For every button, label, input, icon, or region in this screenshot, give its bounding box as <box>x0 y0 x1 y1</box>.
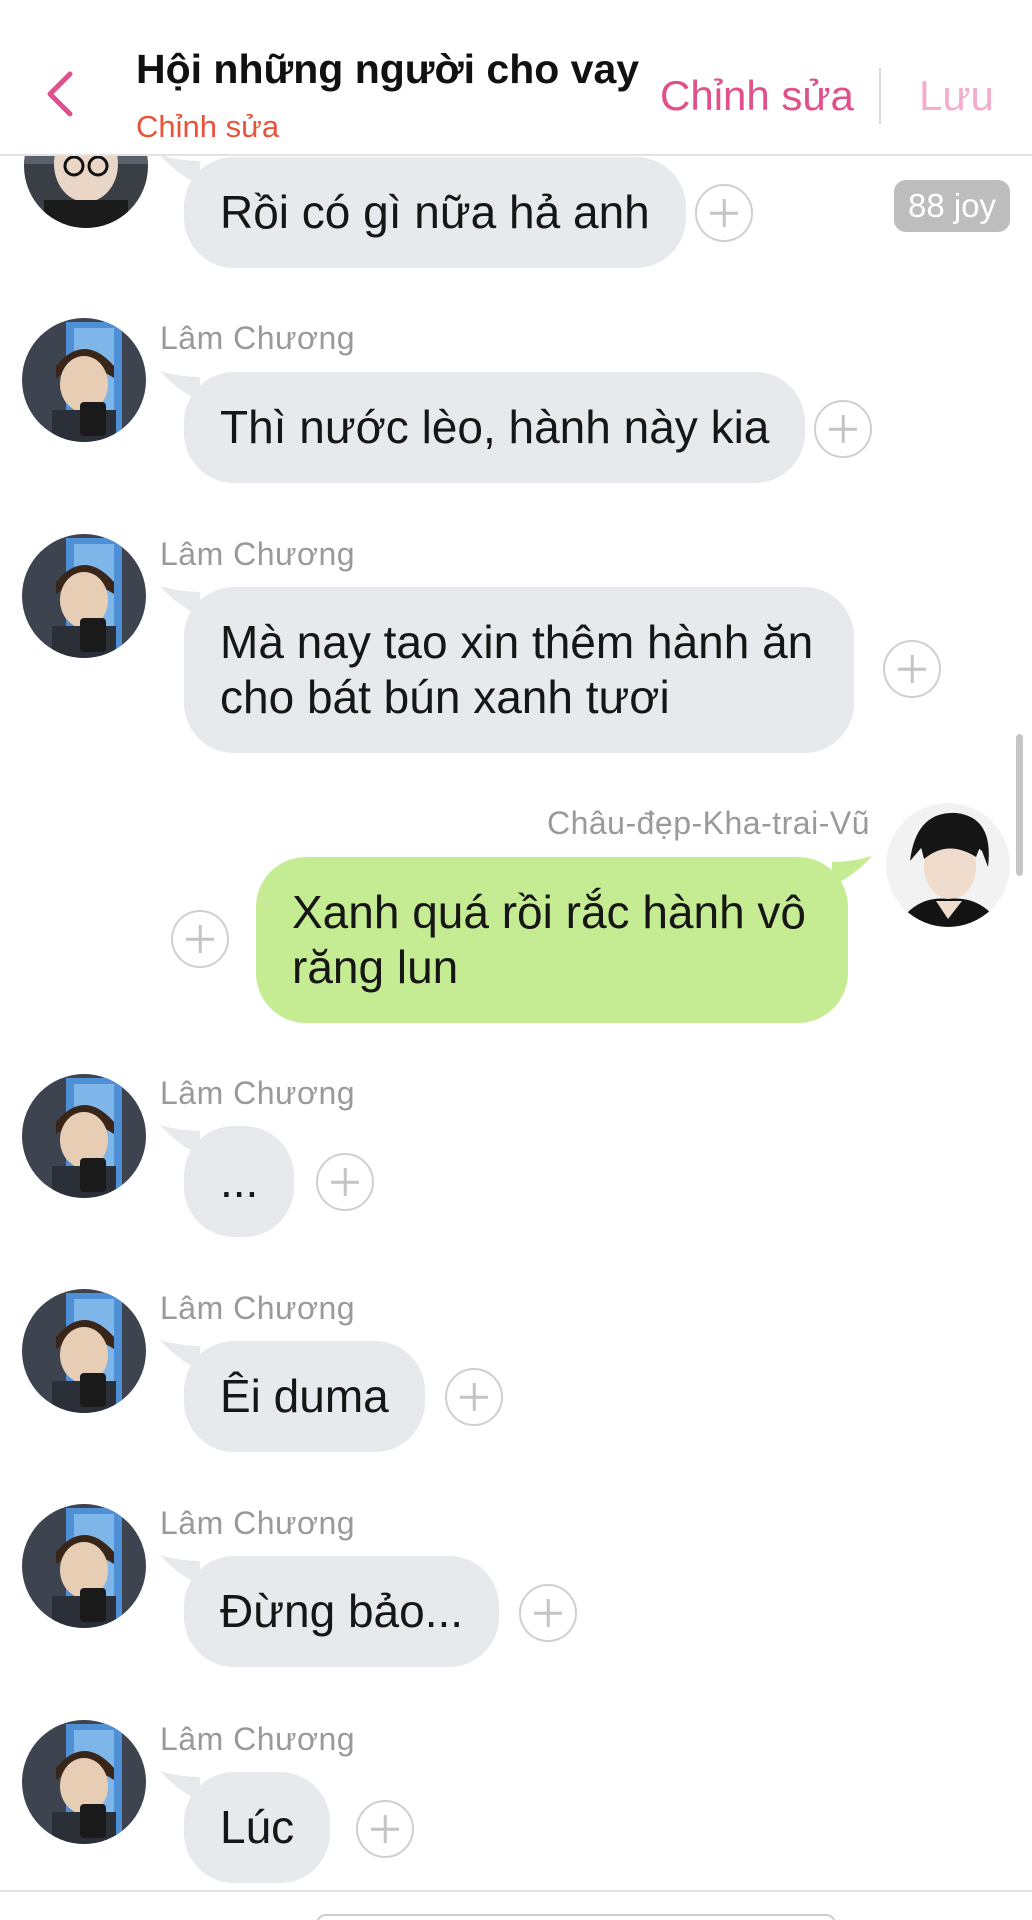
joy-badge: 88 joy <box>894 180 1010 232</box>
add-reaction-button[interactable] <box>445 1368 503 1426</box>
avatar[interactable] <box>22 1504 146 1628</box>
add-reaction-button[interactable] <box>883 640 941 698</box>
avatar[interactable] <box>22 534 146 658</box>
message-bubble[interactable]: Rồi có gì nữa hả anh <box>184 157 686 268</box>
sender-name: Lâm Chương <box>160 1290 356 1326</box>
message-text: Mà nay tao xin thêm hành ăn cho bát bún … <box>220 616 814 723</box>
input-bar[interactable] <box>316 1914 836 1920</box>
message-bubble[interactable]: Mà nay tao xin thêm hành ăn cho bát bún … <box>184 587 854 753</box>
message-text: Lúc <box>220 1801 295 1853</box>
message-text: Êi duma <box>220 1370 389 1422</box>
chat-area[interactable]: Rồi có gì nữa hả anh 88 joy Lâm Chương T… <box>0 0 1032 1920</box>
message-text: Đừng bảo... <box>220 1585 464 1637</box>
avatar[interactable] <box>886 803 1010 927</box>
avatar[interactable] <box>22 1289 146 1413</box>
message-bubble[interactable]: ... <box>184 1126 295 1237</box>
add-reaction-button[interactable] <box>316 1153 374 1211</box>
message-text: ... <box>220 1155 259 1207</box>
scrollbar[interactable] <box>1016 734 1023 876</box>
sender-name: Lâm Chương <box>160 320 356 356</box>
message-text: Thì nước lèo, hành này kia <box>220 401 770 453</box>
sender-name: Lâm Chương <box>160 1505 356 1541</box>
divider <box>0 1890 1032 1892</box>
message-bubble[interactable]: Thì nước lèo, hành này kia <box>184 372 806 483</box>
sender-name: Lâm Chương <box>160 1075 356 1111</box>
message-bubble[interactable]: Lúc <box>184 1772 331 1883</box>
sender-name: Lâm Chương <box>160 1721 356 1757</box>
add-reaction-button[interactable] <box>171 910 229 968</box>
message-bubble[interactable]: Êi duma <box>184 1341 425 1452</box>
save-button[interactable]: Lưu <box>919 72 994 120</box>
divider <box>879 68 881 124</box>
message-text: Rồi có gì nữa hả anh <box>220 186 650 238</box>
chevron-left-icon <box>47 71 73 117</box>
add-reaction-button[interactable] <box>519 1584 577 1642</box>
page-subtitle: Chỉnh sửa <box>136 109 280 144</box>
page-title: Hội những người cho vay <box>136 46 640 92</box>
add-reaction-button[interactable] <box>356 1800 414 1858</box>
edit-button[interactable]: Chỉnh sửa <box>660 72 854 120</box>
message-text: Xanh quá rồi rắc hành vô răng lun <box>292 886 807 993</box>
back-button[interactable] <box>40 66 80 122</box>
avatar[interactable] <box>22 1720 146 1844</box>
add-reaction-button[interactable] <box>695 184 753 242</box>
avatar[interactable] <box>22 318 146 442</box>
message-bubble[interactable]: Xanh quá rồi rắc hành vô răng lun <box>256 857 848 1023</box>
add-reaction-button[interactable] <box>814 400 872 458</box>
header: Hội những người cho vay Chỉnh sửa Chỉnh … <box>0 0 1032 156</box>
avatar[interactable] <box>22 1074 146 1198</box>
message-bubble[interactable]: Đừng bảo... <box>184 1556 500 1667</box>
sender-name: Châu-đẹp-Kha-trai-Vũ <box>546 805 870 841</box>
sender-name: Lâm Chương <box>160 536 356 572</box>
